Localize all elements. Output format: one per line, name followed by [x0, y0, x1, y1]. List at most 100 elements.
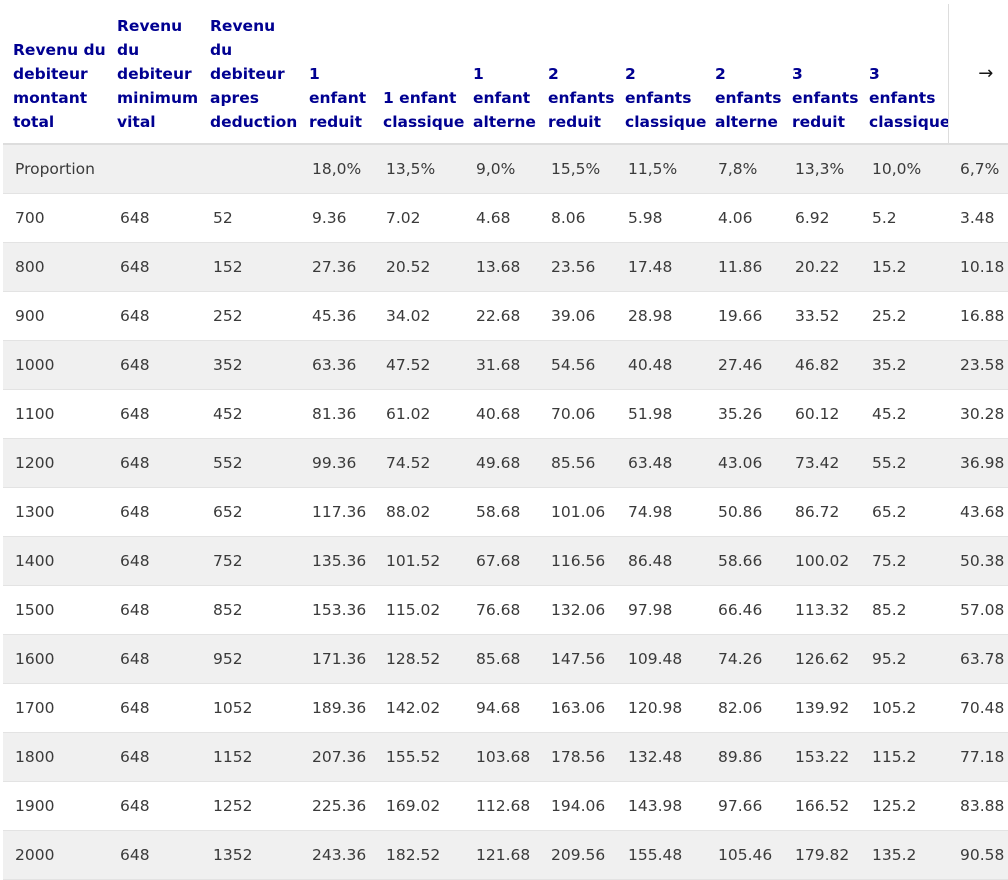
column-header-line: 2 — [625, 65, 636, 83]
table-cell: 126.62 — [795, 649, 850, 668]
table-cell: 74.52 — [386, 453, 431, 472]
table-cell: 13,5% — [386, 159, 436, 178]
table-cell: 121.68 — [476, 845, 531, 864]
table-cell: 252 — [213, 306, 243, 325]
table-cell: 147.56 — [551, 649, 606, 668]
column-header-line: minimum — [117, 89, 199, 107]
column-header: 3 enfants reduit — [783, 4, 860, 145]
table-cell: 132.48 — [628, 747, 683, 766]
table-cell: 163.06 — [551, 698, 606, 717]
table-cell: 6.92 — [795, 208, 830, 227]
table-scroll-container[interactable]: Revenu du debiteur montant total Revenu du deb… — [0, 0, 1008, 880]
table-cell: 652 — [213, 502, 243, 521]
column-header-line: vital — [117, 113, 156, 131]
table-cell: 85.56 — [551, 453, 596, 472]
table-cell: 99.36 — [312, 453, 357, 472]
data-table: Revenu du debiteur montant total Revenu du deb… — [3, 4, 1008, 880]
table-cell: 9,0% — [476, 159, 516, 178]
table-cell: 117.36 — [312, 502, 367, 521]
table-cell: 97.98 — [628, 600, 673, 619]
table-cell: 109.48 — [628, 649, 683, 668]
table-row: 1300 648 652 117.36 88.02 58.68 101.06 74.98 50.… — [3, 487, 1008, 536]
table-cell: 20.22 — [795, 257, 840, 276]
table-cell: 27.36 — [312, 257, 357, 276]
table-cell: 1400 — [15, 551, 55, 570]
scroll-right-button[interactable]: → — [947, 4, 1008, 145]
table-cell: 101.52 — [386, 551, 441, 570]
column-header-line: debiteur — [210, 65, 285, 83]
table-cell: 103.68 — [476, 747, 531, 766]
table-cell: 85.68 — [476, 649, 521, 668]
table-header-row: Revenu du debiteur montant total Revenu du deb… — [3, 4, 1008, 145]
table-cell: 3.48 — [960, 208, 995, 227]
table-cell: Proportion — [15, 159, 95, 178]
table-cell: 648 — [120, 355, 150, 374]
table-cell: 115.2 — [872, 747, 917, 766]
table-cell: 552 — [213, 453, 243, 472]
table-cell: 143.98 — [628, 796, 683, 815]
column-header-line: enfant — [473, 89, 531, 107]
column-header: Revenu du debiteur apres deduction — [201, 4, 300, 145]
column-header-line: enfants — [625, 89, 692, 107]
table-cell: 77.18 — [960, 747, 1005, 766]
table-cell: 11,5% — [628, 159, 678, 178]
table-cell: 1900 — [15, 796, 55, 815]
column-header-line: debiteur — [13, 65, 88, 83]
table-cell — [108, 144, 201, 193]
table-row: 1400 648 752 135.36 101.52 67.68 116.56 86.48 58… — [3, 536, 1008, 585]
table-cell: 189.36 — [312, 698, 367, 717]
table-cell: 34.02 — [386, 306, 431, 325]
table-cell: 74.26 — [718, 649, 763, 668]
table-cell: 74.98 — [628, 502, 673, 521]
table-cell: 152 — [213, 257, 243, 276]
table-cell: 125.2 — [872, 796, 917, 815]
table-cell: 194.06 — [551, 796, 606, 815]
table-cell: 73.42 — [795, 453, 840, 472]
table-cell: 1200 — [15, 453, 55, 472]
table-cell: 63.78 — [960, 649, 1005, 668]
table-cell: 13,3% — [795, 159, 845, 178]
table-cell: 6,7% — [960, 159, 1000, 178]
column-header-line: Revenu — [117, 17, 183, 35]
table-cell: 852 — [213, 600, 243, 619]
table-cell: 83.88 — [960, 796, 1005, 815]
table-cell: 97.66 — [718, 796, 763, 815]
table-cell: 27.46 — [718, 355, 763, 374]
table-row: 1200 648 552 99.36 74.52 49.68 85.56 63.48 43.06… — [3, 438, 1008, 487]
table-cell: 23.58 — [960, 355, 1005, 374]
table-cell: 1100 — [15, 404, 55, 423]
table-cell: 28.98 — [628, 306, 673, 325]
table-cell: 132.06 — [551, 600, 606, 619]
table-cell: 209.56 — [551, 845, 606, 864]
table-cell: 100.02 — [795, 551, 850, 570]
table-cell: 700 — [15, 208, 45, 227]
column-header-line: apres — [210, 89, 259, 107]
table-cell: 113.32 — [795, 600, 850, 619]
table-cell: 58.66 — [718, 551, 763, 570]
table-cell: 225.36 — [312, 796, 367, 815]
table-cell: 15,5% — [551, 159, 601, 178]
table-cell: 135.36 — [312, 551, 367, 570]
table-cell: 22.68 — [476, 306, 521, 325]
column-header-line: classique — [383, 113, 464, 131]
table-cell: 13.68 — [476, 257, 521, 276]
column-header-line: enfant — [309, 89, 367, 107]
column-header: 2 enfants alterne — [706, 4, 783, 145]
table-cell: 648 — [120, 404, 150, 423]
column-header-line: deduction — [210, 113, 298, 131]
table-cell: 4.06 — [718, 208, 753, 227]
table-cell: 105.46 — [718, 845, 773, 864]
table-cell: 1300 — [15, 502, 55, 521]
table-cell: 752 — [213, 551, 243, 570]
table-cell: 50.38 — [960, 551, 1005, 570]
column-header-line: alterne — [715, 113, 778, 131]
table-cell: 4.68 — [476, 208, 511, 227]
table-row: 2000 648 1352 243.36 182.52 121.68 209.56 155.4… — [3, 830, 1008, 879]
table-cell: 31.68 — [476, 355, 521, 374]
table-cell: 94.68 — [476, 698, 521, 717]
table-cell: 128.52 — [386, 649, 441, 668]
table-cell: 54.56 — [551, 355, 596, 374]
table-cell: 82.06 — [718, 698, 763, 717]
table-cell: 648 — [120, 600, 150, 619]
table-cell: 35.2 — [872, 355, 907, 374]
